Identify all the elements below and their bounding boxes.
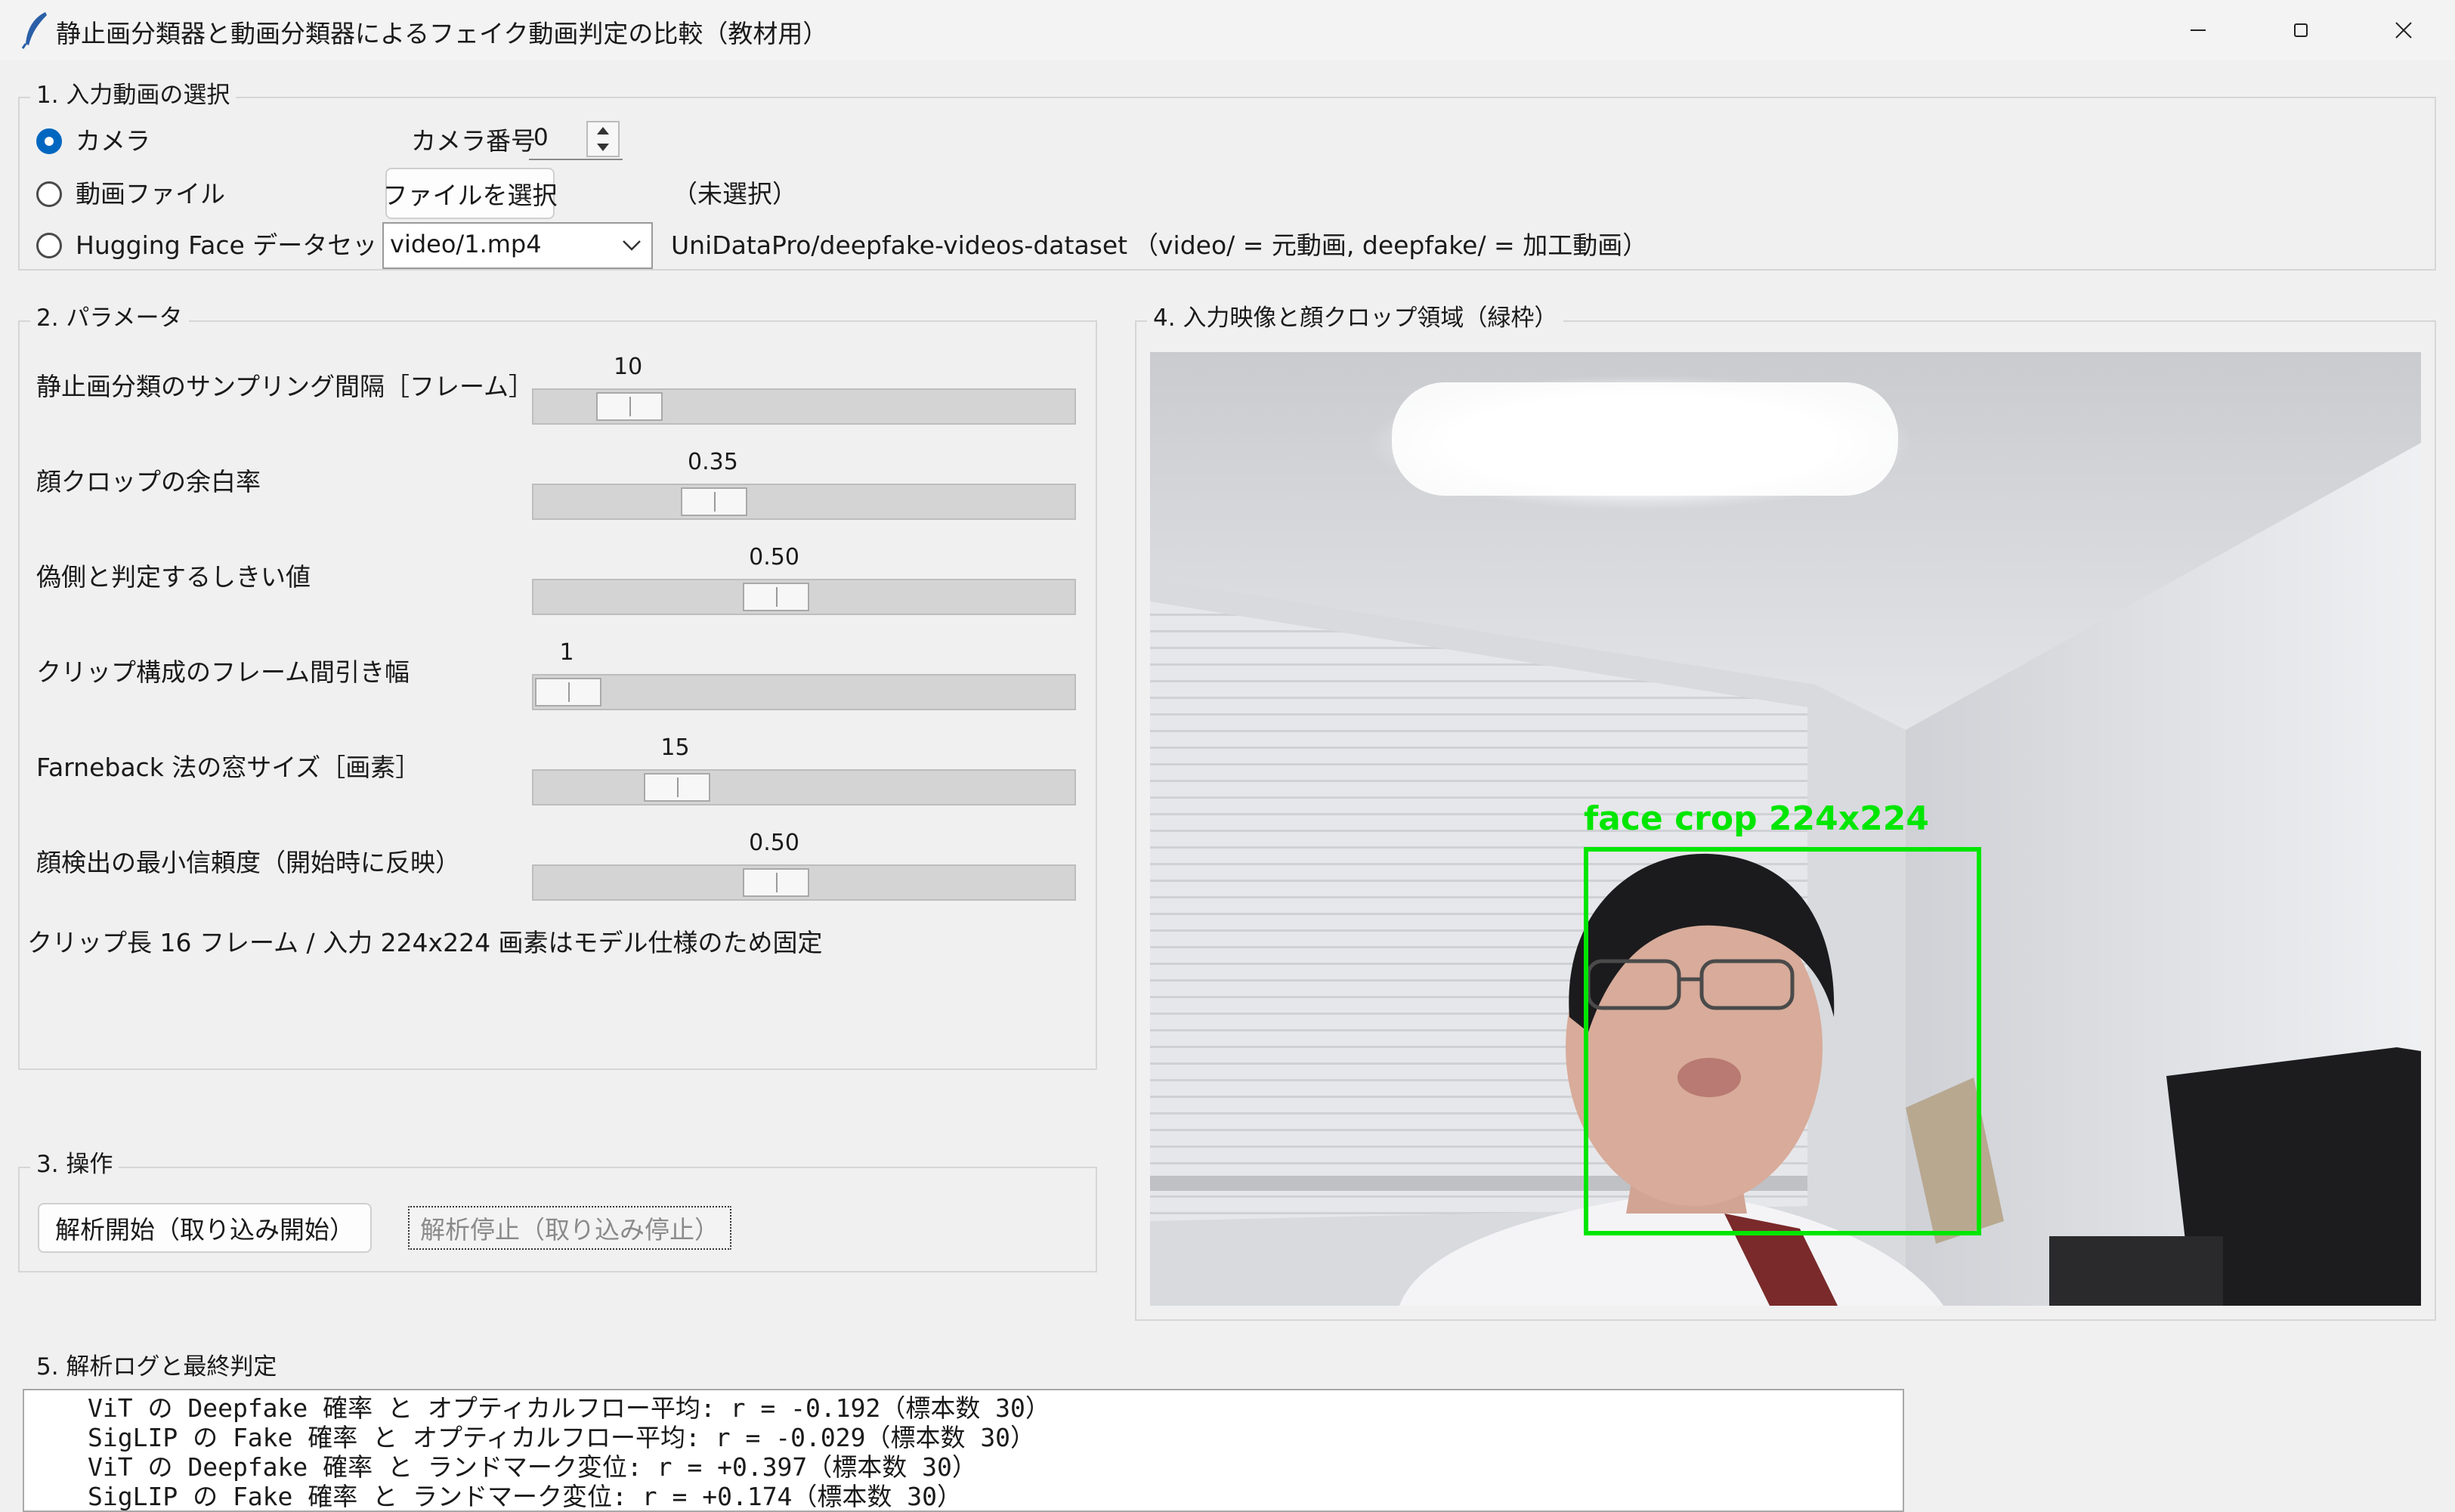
face-crop-label: face crop 224x224	[1584, 799, 1929, 838]
slider-thumb[interactable]	[535, 678, 601, 707]
video-file-radio[interactable]	[36, 181, 62, 207]
minimize-icon	[2191, 29, 2206, 31]
log-line: SigLIP の Fake 確率 と オプティカルフロー平均: r = -0.0…	[88, 1423, 1036, 1452]
video-section-legend: 4. 入力映像と顔クロップ領域（緑枠）	[1147, 304, 1564, 332]
slider-thumb[interactable]	[742, 583, 809, 611]
slider-value: 1	[559, 639, 574, 666]
maximize-icon	[2294, 23, 2308, 37]
log-line: SigLIP の Fake 確率 と ランドマーク変位: r = +0.174（…	[88, 1482, 963, 1511]
slider-value: 0.50	[749, 830, 799, 856]
fixed-spec-note: クリップ長 16 フレーム / 入力 224x224 画素はモデル仕様のため固定	[27, 928, 823, 957]
spin-down-icon[interactable]	[595, 142, 611, 153]
slider-label: 顔クロップの余白率	[36, 467, 261, 496]
close-button[interactable]	[2352, 0, 2455, 60]
spin-up-icon[interactable]	[595, 125, 611, 136]
spinbox-arrows[interactable]	[586, 121, 620, 157]
slider-label: Farneback 法の窓サイズ［画素］	[36, 753, 421, 782]
minimize-button[interactable]	[2147, 0, 2249, 60]
log-line: ViT の Deepfake 確率 と オプティカルフロー平均: r = -0.…	[88, 1393, 1050, 1423]
log-line: ViT の Deepfake 確率 と ランドマーク変位: r = +0.397…	[88, 1452, 977, 1482]
hf-dataset-radio[interactable]	[36, 233, 62, 258]
slider-value: 0.35	[688, 449, 738, 475]
face-confidence-slider[interactable]	[532, 864, 1076, 901]
farneback-window-slider[interactable]	[532, 769, 1076, 805]
slider-label: クリップ構成のフレーム間引き幅	[36, 657, 410, 687]
frame-stride-slider[interactable]	[532, 674, 1076, 710]
camera-radio-label: カメラ	[76, 126, 150, 156]
select-file-button[interactable]: ファイルを選択	[383, 168, 558, 219]
hf-dataset-name: UniDataPro/deepfake-videos-dataset	[671, 230, 1128, 260]
slider-label: 顔検出の最小信頼度（開始時に反映）	[36, 848, 460, 877]
slider-thumb[interactable]	[681, 487, 748, 516]
slider-value: 15	[660, 734, 690, 761]
hf-file-selected: video/1.mp4	[390, 230, 542, 258]
slider-value: 0.50	[749, 544, 799, 570]
camera-number-value: 0	[533, 124, 549, 151]
ops-section-legend: 3. 操作	[30, 1150, 119, 1179]
start-analysis-button[interactable]: 解析開始（取り込み開始）	[38, 1203, 372, 1253]
input-section-legend: 1. 入力動画の選択	[30, 81, 237, 110]
hf-dataset-note: （video/ = 元動画, deepfake/ = 加工動画）	[1133, 230, 1648, 260]
hf-file-combobox[interactable]: video/1.mp4	[382, 222, 653, 269]
feather-icon	[21, 12, 47, 49]
stop-analysis-button[interactable]: 解析停止（取り込み停止）	[408, 1206, 731, 1250]
camera-number-spinbox[interactable]: 0	[529, 121, 623, 160]
chevron-down-icon[interactable]	[621, 239, 642, 252]
sampling-interval-slider[interactable]	[532, 388, 1076, 425]
maximize-button[interactable]	[2249, 0, 2352, 60]
window-title: 静止画分類器と動画分類器によるフェイク動画判定の比較（教材用）	[56, 19, 828, 48]
log-text-area[interactable]: ViT の Deepfake 確率 と オプティカルフロー平均: r = -0.…	[23, 1389, 1904, 1512]
slider-thumb[interactable]	[742, 868, 809, 897]
video-file-radio-label: 動画ファイル	[76, 179, 225, 209]
title-bar: 静止画分類器と動画分類器によるフェイク動画判定の比較（教材用）	[0, 0, 2455, 60]
hf-dataset-radio-label: Hugging Face データセット	[76, 230, 403, 260]
params-section-legend: 2. パラメータ	[30, 304, 189, 332]
slider-thumb[interactable]	[643, 773, 710, 802]
close-icon	[2395, 22, 2412, 39]
crop-margin-slider[interactable]	[532, 484, 1076, 520]
slider-label: 偽側と判定するしきい値	[36, 562, 311, 592]
file-status: （未選択）	[672, 179, 797, 209]
video-preview: face crop 224x224	[1150, 352, 2421, 1306]
slider-value: 10	[614, 354, 643, 380]
slider-thumb[interactable]	[596, 392, 663, 421]
fake-threshold-slider[interactable]	[532, 579, 1076, 615]
slider-label: 静止画分類のサンプリング間隔［フレーム］	[36, 372, 534, 401]
camera-radio[interactable]	[36, 128, 62, 154]
log-section-legend: 5. 解析ログと最終判定	[30, 1353, 283, 1381]
camera-number-label: カメラ番号	[411, 126, 536, 156]
